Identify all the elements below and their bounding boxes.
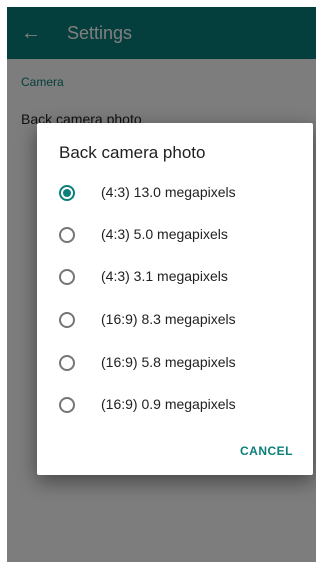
option-16-9-0-9mp[interactable]: (16:9) 0.9 megapixels — [37, 384, 313, 426]
radio-unchecked-icon[interactable] — [59, 227, 75, 243]
option-16-9-5-8mp[interactable]: (16:9) 5.8 megapixels — [37, 342, 313, 384]
option-label: (4:3) 13.0 megapixels — [101, 184, 236, 200]
option-label: (4:3) 5.0 megapixels — [101, 226, 228, 242]
option-4-3-3-1mp[interactable]: (4:3) 3.1 megapixels — [37, 256, 313, 298]
settings-screen: ← Settings Camera Back camera photo Back… — [7, 7, 316, 562]
option-label: (16:9) 8.3 megapixels — [101, 311, 236, 327]
cancel-button[interactable]: CANCEL — [240, 444, 293, 458]
option-label: (16:9) 0.9 megapixels — [101, 396, 236, 412]
radio-unchecked-icon[interactable] — [59, 355, 75, 371]
dialog-title: Back camera photo — [59, 143, 206, 162]
radio-unchecked-icon[interactable] — [59, 312, 75, 328]
option-4-3-5mp[interactable]: (4:3) 5.0 megapixels — [37, 214, 313, 256]
radio-checked-icon[interactable] — [59, 185, 75, 201]
radio-unchecked-icon[interactable] — [59, 269, 75, 285]
option-16-9-8-3mp[interactable]: (16:9) 8.3 megapixels — [37, 299, 313, 341]
option-4-3-13mp[interactable]: (4:3) 13.0 megapixels — [37, 172, 313, 214]
option-label: (16:9) 5.8 megapixels — [101, 354, 236, 370]
option-label: (4:3) 3.1 megapixels — [101, 268, 228, 284]
resolution-dialog: Back camera photo (4:3) 13.0 megapixels … — [37, 123, 313, 475]
radio-unchecked-icon[interactable] — [59, 397, 75, 413]
